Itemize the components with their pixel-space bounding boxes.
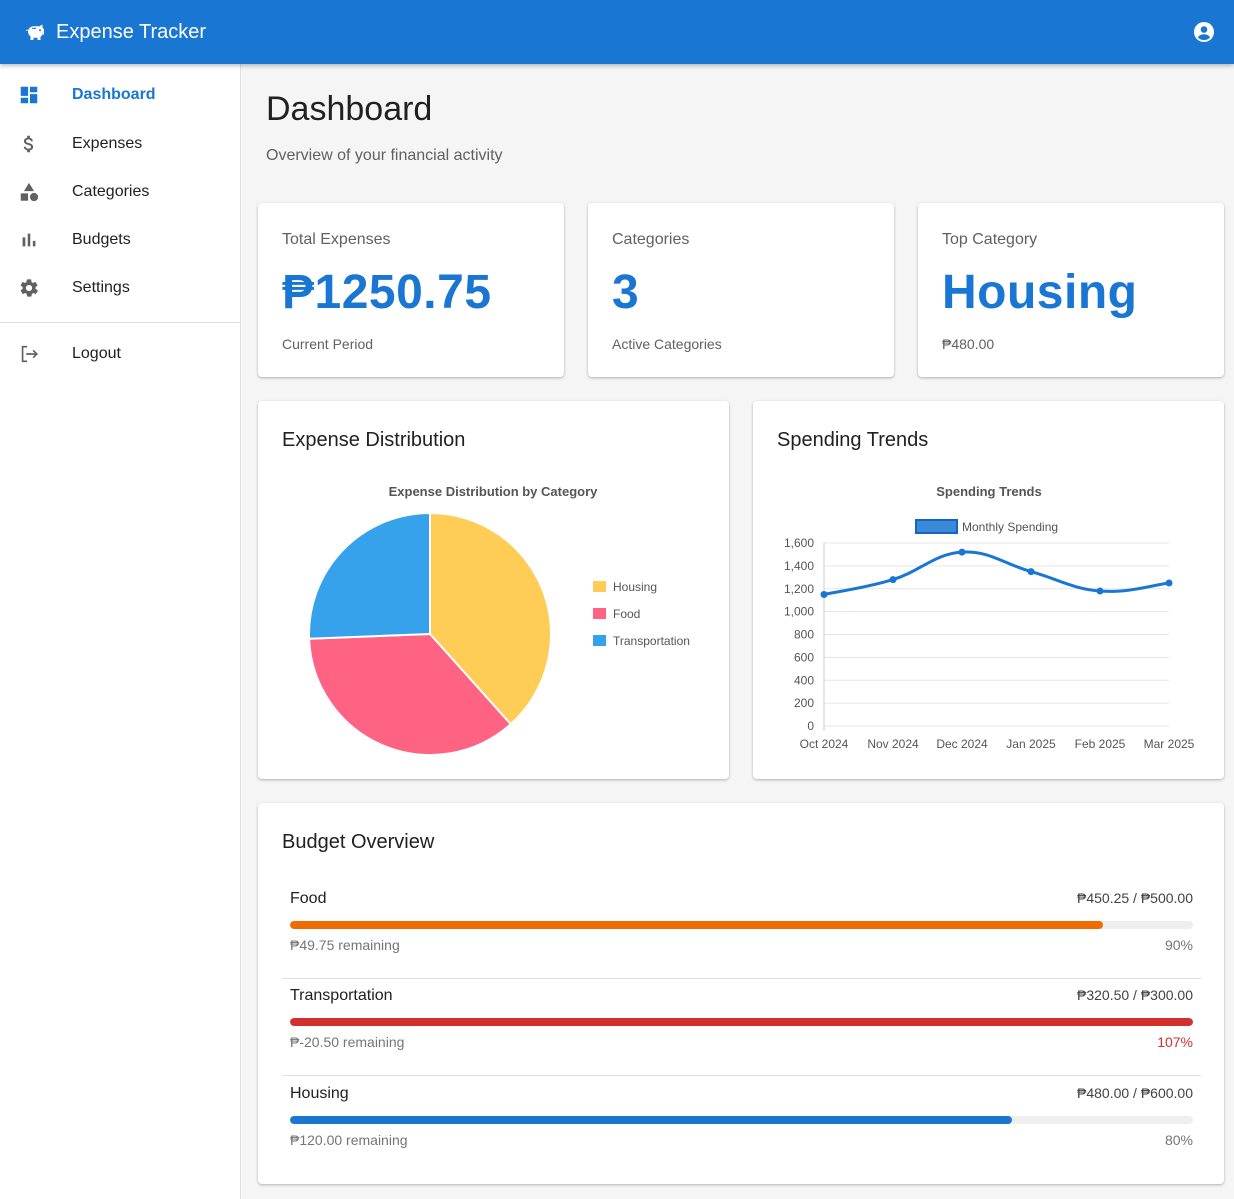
budget-row: Housing ₱480.00 / ₱600.00 ₱120.00 remainin… [282,1077,1201,1174]
sidebar-item-budgets[interactable]: Budgets [0,217,240,265]
y-tick-label: 600 [794,650,814,664]
budget-overview-card: Budget Overview Food ₱450.25 / ₱500.00 ₱49… [258,803,1224,1184]
data-point [820,590,828,598]
budget-progress-track [290,1116,1193,1124]
budget-percent: 90% [1164,937,1193,953]
stat-label: Categories [612,231,690,248]
piggy-bank-icon [26,24,44,40]
pie-chart: Expense Distribution by Category Housing F… [308,484,690,756]
x-tick-label: Oct 2024 [800,737,849,751]
budget-amount: ₱480.00 / ₱600.00 [1077,1085,1193,1101]
sidebar-item-label: Expenses [72,135,143,152]
budget-progress-track [290,1018,1193,1026]
legend-label-transportation: Transportation [613,634,690,648]
stat-label: Total Expenses [282,231,391,248]
sidebar-item-expenses[interactable]: Expenses [0,121,240,169]
stat-caption: Active Categories [612,336,722,352]
app-title: Expense Tracker [56,21,207,43]
sidebar-item-label: Logout [72,345,121,362]
budget-category-name: Transportation [290,987,393,1004]
legend-label-housing: Housing [613,580,657,594]
sidebar-item-label: Settings [72,279,130,296]
stat-value: ₱1250.75 [282,266,492,319]
y-tick-label: 200 [794,696,814,710]
sidebar-item-settings[interactable]: Settings [0,265,240,313]
page-title: Dashboard [266,90,433,128]
y-tick-label: 1,400 [784,559,814,573]
budget-row: Food ₱450.25 / ₱500.00 ₱49.75 remaining 90% [282,882,1201,979]
data-point [1096,587,1104,595]
legend-label-food: Food [613,607,640,621]
gear-icon [20,279,38,297]
y-tick-label: 0 [807,719,814,733]
budget-progress-fill [290,921,1103,929]
line-chart: Spending Trends Monthly Spending 0 200 400 60… [784,484,1195,751]
budget-remaining: ₱120.00 remaining [290,1132,408,1148]
budget-category-name: Food [290,890,327,907]
spending-trends-card: Spending Trends Spending Trends Monthly S… [753,401,1224,779]
stat-value: 3 [612,266,640,319]
stat-card-categories: Categories 3 Active Categories [588,203,894,377]
stat-label: Top Category [942,231,1038,248]
x-tick-label: Feb 2025 [1075,737,1126,751]
data-point [958,548,966,556]
budget-row-divider [282,1075,1201,1076]
x-tick-label: Mar 2025 [1144,737,1195,751]
stat-card-top-category: Top Category Housing ₱480.00 [918,203,1224,377]
legend-label: Monthly Spending [962,520,1058,534]
sidebar-item-label: Budgets [72,231,131,248]
x-tick-label: Nov 2024 [867,737,919,751]
pie-slice-transportation [308,511,431,640]
sidebar: Dashboard Expenses Categories Budgets Se… [0,64,241,1199]
legend-swatch [915,519,958,534]
budget-amount: ₱320.50 / ₱300.00 [1077,987,1193,1003]
sidebar-divider [0,322,240,323]
legend-swatch-housing [593,581,606,592]
budget-row: Transportation ₱320.50 / ₱300.00 ₱-20.50 r… [282,979,1201,1076]
data-point [1027,568,1035,576]
budget-progress-fill [290,1116,1013,1124]
category-shapes-icon [20,182,39,202]
x-tick-label: Jan 2025 [1006,737,1056,751]
y-tick-label: 400 [794,673,814,687]
page-subtitle: Overview of your financial activity [266,147,503,164]
stat-caption: ₱480.00 [942,336,995,352]
sidebar-item-label: Dashboard [72,86,156,103]
y-tick-label: 800 [794,628,814,642]
budget-percent: 80% [1164,1132,1193,1148]
stat-caption: Current Period [282,336,374,352]
stat-card-total-expenses: Total Expenses ₱1250.75 Current Period [258,203,564,377]
sidebar-item-dashboard[interactable]: Dashboard [0,72,240,120]
budget-percent: 107% [1157,1034,1193,1050]
legend-swatch-transportation [593,635,606,646]
legend-swatch-food [593,608,606,619]
y-tick-label: 1,600 [784,536,814,550]
x-tick-label: Dec 2024 [936,737,988,751]
data-point [889,576,897,584]
budget-remaining: ₱49.75 remaining [290,937,400,953]
series-line [823,550,1170,596]
budget-category-name: Housing [290,1085,349,1102]
sidebar-item-label: Categories [72,183,150,200]
dollar-icon [23,135,34,153]
budget-remaining: ₱-20.50 remaining [290,1034,405,1050]
chart-title: Spending Trends [936,484,1041,499]
y-tick-label: 1,200 [784,582,814,596]
dashboard-icon [20,86,38,104]
expense-distribution-card: Expense Distribution Expense Distributio… [258,401,729,779]
logout-icon [21,345,38,363]
bar-chart-icon [22,233,36,247]
sidebar-item-categories[interactable]: Categories [0,169,240,217]
card-title: Budget Overview [282,831,435,853]
sidebar-item-logout[interactable]: Logout [0,331,240,379]
data-point [1165,579,1173,587]
budget-amount: ₱450.25 / ₱500.00 [1077,890,1193,906]
budget-progress-track [290,921,1193,929]
chart-title: Expense Distribution by Category [389,484,599,499]
y-tick-label: 1,000 [784,605,814,619]
account-circle-icon[interactable] [1192,20,1216,44]
app-bar: Expense Tracker [0,0,1234,64]
budget-progress-fill [290,1018,1193,1026]
stat-value: Housing [942,266,1138,319]
